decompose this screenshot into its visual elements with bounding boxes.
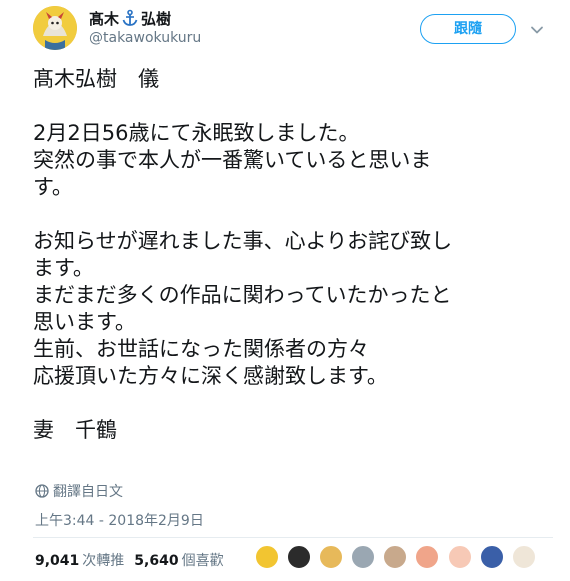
tweet-text: 髙木弘樹 儀 2月2日56歳にて永眠致しました。 突然の事で本人が一番驚いている…	[33, 66, 553, 444]
user-handle[interactable]: @takawokukuru	[89, 30, 201, 46]
tweet-text-line: す。	[33, 175, 73, 199]
tweet-text-line: ます。	[33, 256, 94, 280]
tweet-text-line: 髙木弘樹 儀	[33, 67, 159, 91]
liker-avatar[interactable]	[447, 545, 472, 569]
retweet-stat[interactable]: 9,041 次轉推	[35, 553, 134, 569]
display-name-part1: 髙木	[89, 10, 120, 28]
like-label: 個喜歡	[181, 553, 224, 569]
like-count: 5,640	[134, 553, 179, 569]
follow-button[interactable]: 跟隨	[420, 14, 516, 44]
translate-label: 翻譯自日文	[53, 484, 123, 500]
liker-avatar[interactable]	[351, 545, 376, 569]
divider	[33, 537, 553, 538]
liker-avatar[interactable]	[255, 545, 279, 569]
tweet-text-line: まだまだ多くの作品に関わっていたかったと	[33, 283, 452, 307]
tweet-text-line: 思います。	[33, 310, 136, 334]
liker-avatars	[255, 545, 539, 571]
liker-avatar[interactable]	[287, 545, 312, 569]
display-name[interactable]: 髙木 弘樹	[89, 8, 171, 29]
avatar[interactable]	[33, 6, 77, 50]
globe-icon	[35, 484, 49, 498]
translate-link[interactable]: 翻譯自日文	[35, 481, 123, 501]
tweet-text-line	[33, 390, 553, 417]
anchor-icon	[121, 9, 139, 27]
tweet-text-line: 2月2日56歳にて永眠致しました。	[33, 121, 360, 145]
liker-avatar[interactable]	[511, 545, 536, 569]
tweet-text-line: 妻 千鶴	[33, 418, 117, 442]
avatar-illustration	[33, 6, 77, 50]
liker-avatar[interactable]	[319, 545, 344, 569]
tweet-text-line: 生前、お世話になった関係者の方々	[33, 337, 369, 361]
tweet-text-line: 突然の事で本人が一番驚いていると思いま	[33, 148, 432, 172]
tweet-text-line	[33, 201, 553, 228]
tweet-text-line: お知らせが遅れました事、心よりお詫び致し	[33, 229, 453, 253]
retweet-label: 次轉推	[82, 553, 125, 569]
liker-avatar[interactable]	[415, 545, 440, 569]
retweet-count: 9,041	[35, 553, 80, 569]
liker-avatar[interactable]	[383, 545, 408, 569]
liker-avatar[interactable]	[479, 545, 504, 569]
display-name-part2: 弘樹	[141, 10, 172, 28]
like-stat[interactable]: 5,640 個喜歡	[134, 553, 233, 569]
tweet-header: 髙木 弘樹 @takawokukuru 跟隨	[0, 0, 570, 58]
tweet-timestamp[interactable]: 上午3:44 - 2018年2月9日	[35, 510, 204, 530]
tweet-stats: 9,041 次轉推 5,640 個喜歡	[35, 550, 234, 570]
tweet-text-line	[33, 93, 553, 120]
tweet-text-line: 応援頂いた方々に深く感謝致します。	[33, 364, 388, 388]
chevron-down-icon[interactable]	[530, 22, 544, 36]
